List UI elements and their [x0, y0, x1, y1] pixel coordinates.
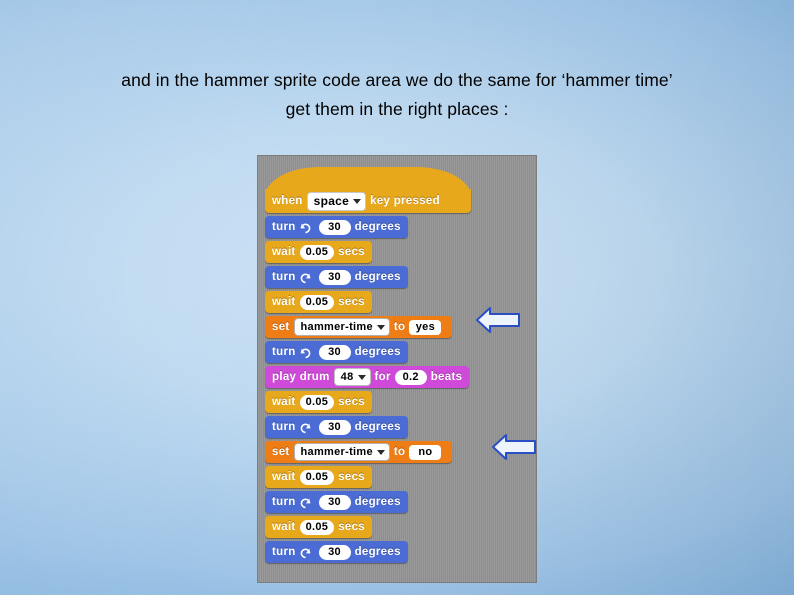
variable-dropdown[interactable]: hammer-time — [293, 318, 390, 336]
set-value-input[interactable]: yes — [409, 319, 442, 335]
wait-secs-input[interactable]: 0.05 — [299, 519, 335, 535]
set-value-input[interactable]: no — [409, 444, 442, 460]
scratch-script: when space key pressed turn 30 degrees w… — [265, 167, 471, 566]
to-label: to — [393, 321, 406, 333]
chevron-down-icon — [353, 198, 362, 204]
turn-clockwise-icon — [299, 346, 312, 359]
block-turn-right-1[interactable]: turn 30 degrees — [265, 216, 408, 238]
turn-counterclockwise-icon — [299, 496, 312, 509]
wait-secs-input[interactable]: 0.05 — [299, 394, 335, 410]
turn-label: turn — [272, 421, 296, 433]
beats-input[interactable]: 0.2 — [394, 369, 427, 385]
block-set-hammer-time-no[interactable]: set hammer-time to no — [265, 441, 453, 463]
wait-secs-input[interactable]: 0.05 — [299, 294, 335, 310]
block-turn-right-2[interactable]: turn 30 degrees — [265, 341, 408, 363]
degrees-label: degrees — [354, 421, 401, 433]
beats-label: beats — [430, 371, 463, 383]
block-play-drum[interactable]: play drum 48 for 0.2 beats — [265, 366, 470, 388]
turn-degrees-input[interactable]: 30 — [318, 219, 351, 235]
to-label: to — [393, 446, 406, 458]
for-label: for — [374, 371, 391, 383]
secs-label: secs — [338, 246, 365, 258]
play-drum-label: play drum — [272, 371, 330, 383]
turn-degrees-input[interactable]: 30 — [318, 269, 351, 285]
key-dropdown[interactable]: space — [306, 191, 367, 211]
turn-clockwise-icon — [299, 221, 312, 234]
drum-dropdown[interactable]: 48 — [333, 368, 371, 386]
wait-label: wait — [272, 396, 296, 408]
wait-secs-input[interactable]: 0.05 — [299, 469, 335, 485]
variable-dropdown-value: hammer-time — [300, 321, 373, 333]
callout-arrow-no — [492, 434, 536, 460]
turn-degrees-input[interactable]: 30 — [318, 419, 351, 435]
turn-label: turn — [272, 346, 296, 358]
block-set-hammer-time-yes[interactable]: set hammer-time to yes — [265, 316, 453, 338]
scratch-script-panel: when space key pressed turn 30 degrees w… — [257, 155, 537, 583]
turn-counterclockwise-icon — [299, 421, 312, 434]
block-wait-5[interactable]: wait 0.05 secs — [265, 516, 372, 538]
wait-label: wait — [272, 246, 296, 258]
block-wait-3[interactable]: wait 0.05 secs — [265, 391, 372, 413]
turn-degrees-input[interactable]: 30 — [318, 544, 351, 560]
secs-label: secs — [338, 396, 365, 408]
secs-label: secs — [338, 521, 365, 533]
block-turn-left-3[interactable]: turn 30 degrees — [265, 491, 408, 513]
turn-degrees-input[interactable]: 30 — [318, 494, 351, 510]
block-turn-left-4[interactable]: turn 30 degrees — [265, 541, 408, 563]
caption-line-2: get them in the right places : — [285, 99, 509, 119]
wait-secs-input[interactable]: 0.05 — [299, 244, 335, 260]
chevron-down-icon — [376, 449, 385, 455]
degrees-label: degrees — [354, 546, 401, 558]
block-when-key-pressed[interactable]: when space key pressed — [265, 167, 471, 213]
wait-label: wait — [272, 471, 296, 483]
slide: and in the hammer sprite code area we do… — [0, 0, 794, 595]
secs-label: secs — [338, 296, 365, 308]
when-label: when — [272, 195, 303, 207]
variable-dropdown[interactable]: hammer-time — [293, 443, 390, 461]
block-wait-4[interactable]: wait 0.05 secs — [265, 466, 372, 488]
turn-counterclockwise-icon — [299, 546, 312, 559]
page-title: and in the hammer sprite code area we do… — [40, 66, 754, 124]
turn-label: turn — [272, 221, 296, 233]
set-label: set — [272, 321, 290, 333]
degrees-label: degrees — [354, 271, 401, 283]
key-dropdown-value: space — [313, 194, 350, 208]
wait-label: wait — [272, 521, 296, 533]
turn-label: turn — [272, 496, 296, 508]
chevron-down-icon — [376, 324, 385, 330]
block-turn-left-2[interactable]: turn 30 degrees — [265, 416, 408, 438]
degrees-label: degrees — [354, 346, 401, 358]
turn-label: turn — [272, 271, 296, 283]
turn-counterclockwise-icon — [299, 271, 312, 284]
degrees-label: degrees — [354, 221, 401, 233]
hat-row: when space key pressed — [272, 190, 440, 212]
block-wait-2[interactable]: wait 0.05 secs — [265, 291, 372, 313]
wait-label: wait — [272, 296, 296, 308]
callout-arrow-yes — [476, 307, 520, 333]
set-label: set — [272, 446, 290, 458]
degrees-label: degrees — [354, 496, 401, 508]
turn-label: turn — [272, 546, 296, 558]
key-pressed-label: key pressed — [370, 195, 440, 207]
caption-line-1: and in the hammer sprite code area we do… — [121, 70, 673, 90]
secs-label: secs — [338, 471, 365, 483]
block-turn-left-1[interactable]: turn 30 degrees — [265, 266, 408, 288]
block-wait-1[interactable]: wait 0.05 secs — [265, 241, 372, 263]
turn-degrees-input[interactable]: 30 — [318, 344, 351, 360]
chevron-down-icon — [357, 374, 366, 380]
drum-dropdown-value: 48 — [340, 371, 354, 383]
variable-dropdown-value: hammer-time — [300, 446, 373, 458]
